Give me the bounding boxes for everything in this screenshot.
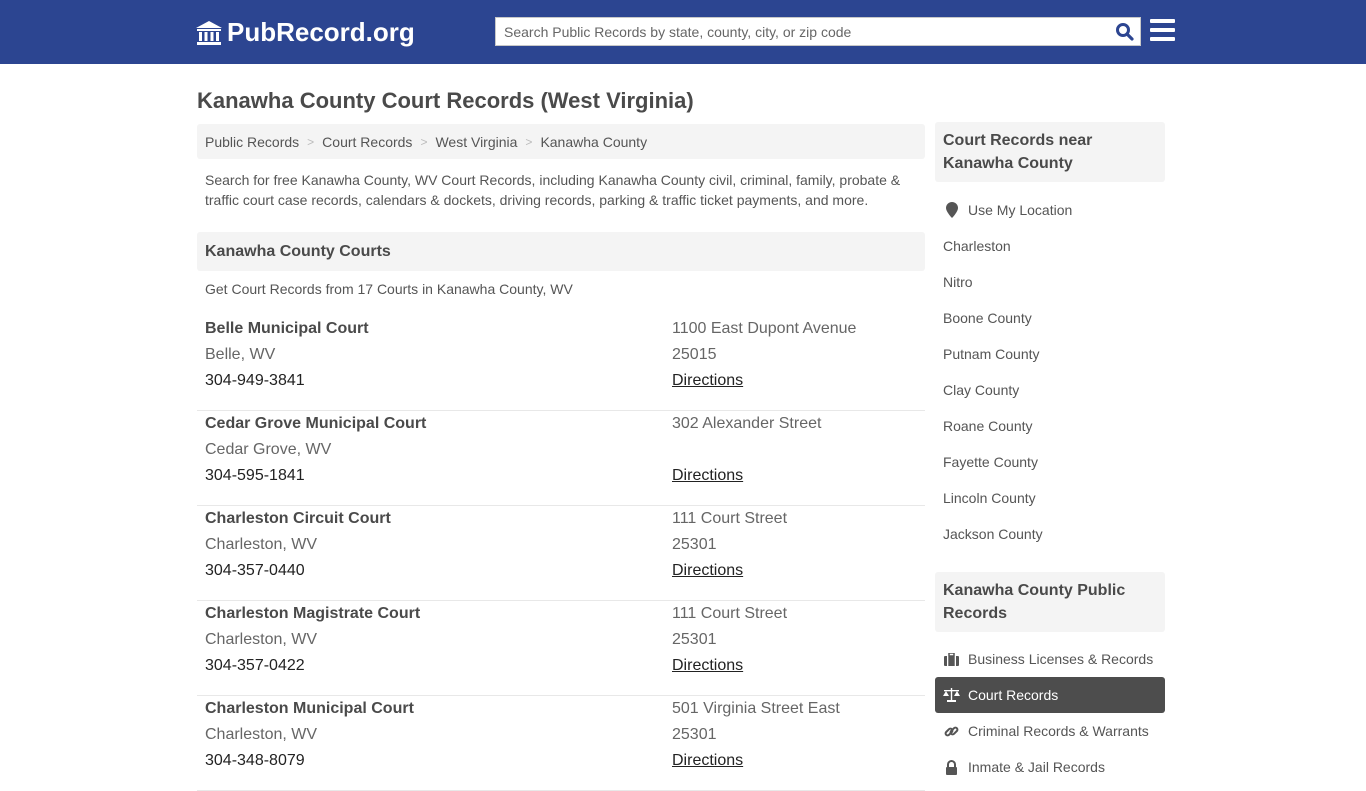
breadcrumb-current: Kanawha County xyxy=(540,133,648,150)
court-phone[interactable]: 304-595-1841 xyxy=(205,467,305,485)
court-address: 111 Court Street xyxy=(672,605,788,622)
court-address: 501 Virginia Street East xyxy=(672,700,840,717)
nearby-link[interactable]: Boone County xyxy=(935,300,1165,336)
page-title: Kanawha County Court Records (West Virgi… xyxy=(197,88,694,113)
menu-bar xyxy=(1150,19,1175,23)
sidebar-item-label: Inmate & Jail Records xyxy=(968,759,1105,775)
breadcrumb-separator: > xyxy=(525,134,533,149)
sidebar-item-label: Criminal Records & Warrants xyxy=(968,723,1149,739)
top-navbar: PubRecord.org xyxy=(0,0,1366,64)
breadcrumb-west-virginia[interactable]: West Virginia xyxy=(435,134,517,150)
use-my-location-label: Use My Location xyxy=(968,202,1073,218)
court-city: Belle, WV xyxy=(205,346,276,363)
court-name[interactable]: Belle Municipal Court xyxy=(205,320,369,338)
nearby-link[interactable]: Fayette County xyxy=(935,444,1165,480)
court-phone[interactable]: 304-348-8079 xyxy=(205,752,305,770)
court-item: Charleston Circuit Court Charleston, WV … xyxy=(197,506,925,601)
directions-link[interactable]: Directions xyxy=(672,657,743,675)
court-phone[interactable]: 304-357-0422 xyxy=(205,657,305,675)
breadcrumb-court-records[interactable]: Court Records xyxy=(322,134,412,150)
court-phone[interactable]: 304-357-0440 xyxy=(205,562,305,580)
map-marker-icon xyxy=(943,202,960,218)
court-item: Cedar Grove Municipal Court Cedar Grove,… xyxy=(197,411,925,506)
courts-section-heading: Kanawha County Courts xyxy=(197,232,925,271)
hamburger-menu-button[interactable] xyxy=(1150,19,1175,41)
court-name[interactable]: Charleston Magistrate Court xyxy=(205,605,420,623)
menu-bar xyxy=(1150,28,1175,32)
court-name[interactable]: Charleston Circuit Court xyxy=(205,510,391,528)
court-zip: 25015 xyxy=(672,346,717,363)
court-city: Cedar Grove, WV xyxy=(205,441,332,458)
court-city: Charleston, WV xyxy=(205,726,318,743)
breadcrumb: Public Records > Court Records > West Vi… xyxy=(197,124,925,159)
courthouse-icon xyxy=(196,20,222,45)
directions-link[interactable]: Directions xyxy=(672,372,743,390)
nearby-link[interactable]: Putnam County xyxy=(935,336,1165,372)
nearby-heading: Court Records near Kanawha County xyxy=(935,122,1165,182)
breadcrumb-separator: > xyxy=(307,134,315,149)
nearby-link[interactable]: Charleston xyxy=(935,228,1165,264)
nearby-link[interactable]: Nitro xyxy=(935,264,1165,300)
search-button[interactable] xyxy=(1108,18,1140,45)
sidebar-item-criminal-records[interactable]: Criminal Records & Warrants xyxy=(935,713,1165,749)
court-address: 302 Alexander Street xyxy=(672,415,822,432)
court-item: Charleston Magistrate Court Charleston, … xyxy=(197,601,925,696)
lock-icon xyxy=(943,759,960,775)
court-name[interactable]: Charleston Municipal Court xyxy=(205,700,414,718)
nearby-list: Use My Location Charleston Nitro Boone C… xyxy=(935,192,1165,552)
court-address: 111 Court Street xyxy=(672,510,788,527)
intro-text: Search for free Kanawha County, WV Court… xyxy=(205,172,901,208)
briefcase-icon xyxy=(943,651,960,667)
courts-section-subtitle: Get Court Records from 17 Courts in Kana… xyxy=(205,281,573,297)
menu-bar xyxy=(1150,37,1175,41)
court-address: 1100 East Dupont Avenue xyxy=(672,320,857,337)
directions-link[interactable]: Directions xyxy=(672,562,743,580)
scale-icon xyxy=(943,687,960,703)
site-logo[interactable]: PubRecord.org xyxy=(195,17,415,48)
search-box xyxy=(495,17,1141,46)
nearby-link[interactable]: Lincoln County xyxy=(935,480,1165,516)
court-city: Charleston, WV xyxy=(205,536,318,553)
nearby-link[interactable]: Jackson County xyxy=(935,516,1165,552)
court-phone[interactable]: 304-949-3841 xyxy=(205,372,305,390)
court-city: Charleston, WV xyxy=(205,631,318,648)
directions-link[interactable]: Directions xyxy=(672,752,743,770)
courts-list: Belle Municipal Court Belle, WV 304-949-… xyxy=(197,316,925,791)
court-zip: 25301 xyxy=(672,726,717,743)
search-icon xyxy=(1115,23,1134,41)
court-item: Belle Municipal Court Belle, WV 304-949-… xyxy=(197,316,925,411)
sidebar-item-label: Business Licenses & Records xyxy=(968,651,1154,667)
breadcrumb-public-records[interactable]: Public Records xyxy=(205,134,299,150)
sidebar-item-court-records[interactable]: Court Records xyxy=(935,677,1165,713)
search-input[interactable] xyxy=(496,18,1108,45)
breadcrumb-separator: > xyxy=(420,134,428,149)
logo-text: PubRecord.org xyxy=(227,17,415,47)
court-item: Charleston Municipal Court Charleston, W… xyxy=(197,696,925,791)
public-records-heading: Kanawha County Public Records xyxy=(935,572,1165,632)
public-records-list: Business Licenses & Records Court Record… xyxy=(935,641,1165,785)
sidebar-item-inmate-records[interactable]: Inmate & Jail Records xyxy=(935,749,1165,785)
use-my-location-button[interactable]: Use My Location xyxy=(935,192,1165,228)
court-name[interactable]: Cedar Grove Municipal Court xyxy=(205,415,426,433)
nearby-link[interactable]: Roane County xyxy=(935,408,1165,444)
link-icon xyxy=(943,723,960,739)
nearby-link[interactable]: Clay County xyxy=(935,372,1165,408)
court-zip: 25301 xyxy=(672,536,717,553)
sidebar-item-business-licenses[interactable]: Business Licenses & Records xyxy=(935,641,1165,677)
court-zip: 25301 xyxy=(672,631,717,648)
directions-link[interactable]: Directions xyxy=(672,467,743,485)
sidebar-item-label: Court Records xyxy=(968,687,1059,703)
